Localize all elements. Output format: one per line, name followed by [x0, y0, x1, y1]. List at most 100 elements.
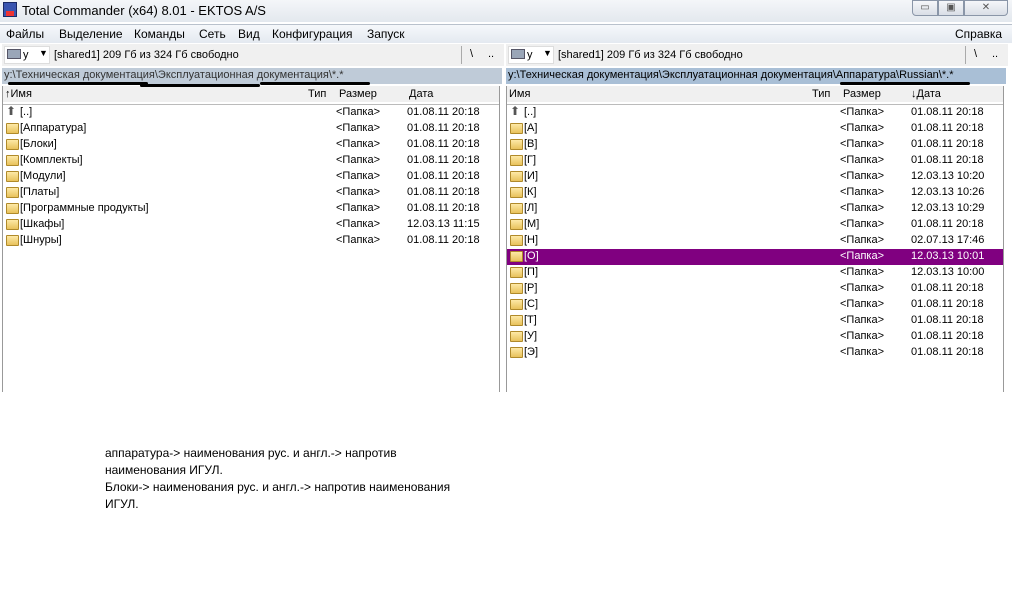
right-up-button[interactable]: .. [992, 48, 998, 60]
file-size: <Папка> [840, 106, 884, 118]
file-row[interactable]: [Аппаратура] <Папка> 01.08.11 20:18 [3, 121, 499, 137]
file-row[interactable]: [У] <Папка> 01.08.11 20:18 [507, 329, 1003, 345]
file-date: 01.08.11 20:18 [911, 314, 984, 326]
file-date: 01.08.11 20:18 [407, 234, 480, 246]
file-row[interactable]: ⬆ [..] <Папка> 01.08.11 20:18 [507, 104, 1003, 121]
header-type[interactable]: Тип [308, 88, 326, 100]
file-row[interactable]: [И] <Папка> 12.03.13 10:20 [507, 169, 1003, 185]
header-name[interactable]: ↑Имя [5, 88, 32, 100]
file-name: [Модули] [20, 170, 66, 182]
file-name: [Аппаратура] [20, 122, 87, 134]
menu-help[interactable]: Справка [955, 27, 1002, 41]
file-name: [И] [524, 170, 539, 182]
menu-configuration[interactable]: Конфигурация [272, 27, 353, 41]
file-date: 12.03.13 10:20 [911, 170, 985, 182]
header-name-label: Имя [509, 88, 531, 100]
header-date[interactable]: ↓Дата [911, 88, 941, 100]
column-headers: Имя Тип Размер ↓Дата [507, 86, 1003, 102]
up-folder-icon: ⬆ [510, 104, 521, 118]
file-row[interactable]: [Н] <Папка> 02.07.13 17:46 [507, 233, 1003, 249]
header-size[interactable]: Размер [843, 88, 881, 100]
file-size: <Папка> [336, 106, 380, 118]
file-row[interactable]: [Т] <Папка> 01.08.11 20:18 [507, 313, 1003, 329]
minimize-button[interactable]: ▭ [912, 0, 938, 16]
folder-icon [510, 219, 523, 230]
file-date: 01.08.11 20:18 [911, 154, 984, 166]
header-date[interactable]: Дата [409, 88, 433, 100]
menu-launch[interactable]: Запуск [367, 27, 405, 41]
file-row[interactable]: [С] <Папка> 01.08.11 20:18 [507, 297, 1003, 313]
menu-view[interactable]: Вид [238, 27, 260, 41]
pen-scribble [140, 84, 260, 87]
folder-icon [6, 139, 19, 150]
file-row[interactable]: [Платы] <Папка> 01.08.11 20:18 [3, 185, 499, 201]
file-date: 02.07.13 17:46 [911, 234, 985, 246]
file-size: <Папка> [840, 122, 884, 134]
file-size: <Папка> [840, 330, 884, 342]
folder-icon [510, 331, 523, 342]
folder-icon [510, 235, 523, 246]
header-type[interactable]: Тип [812, 88, 830, 100]
file-row[interactable]: [Комплекты] <Папка> 01.08.11 20:18 [3, 153, 499, 169]
file-size: <Папка> [336, 138, 380, 150]
file-name: [О] [524, 250, 539, 262]
file-size: <Папка> [336, 122, 380, 134]
maximize-button[interactable]: ▣ [938, 0, 964, 16]
folder-icon [6, 171, 19, 182]
file-row[interactable]: [Блоки] <Папка> 01.08.11 20:18 [3, 137, 499, 153]
menu-files[interactable]: Файлы [6, 27, 44, 41]
file-row[interactable]: [Модули] <Папка> 01.08.11 20:18 [3, 169, 499, 185]
file-row[interactable]: ⬆ [..] <Папка> 01.08.11 20:18 [3, 104, 499, 121]
menu-selection[interactable]: Выделение [59, 27, 123, 41]
file-row[interactable]: [Э] <Папка> 01.08.11 20:18 [507, 345, 1003, 361]
file-row[interactable]: [М] <Папка> 01.08.11 20:18 [507, 217, 1003, 233]
file-row[interactable]: [В] <Папка> 01.08.11 20:18 [507, 137, 1003, 153]
folder-icon [510, 283, 523, 294]
right-root-button[interactable]: \ [974, 48, 977, 60]
file-size: <Папка> [840, 234, 884, 246]
right-drive-select[interactable]: y ▼ [508, 46, 554, 64]
right-drive-bar: y ▼ [shared1] 209 Гб из 324 Гб свободно … [506, 44, 1008, 66]
file-size: <Папка> [840, 186, 884, 198]
network-drive-icon [7, 49, 21, 59]
header-name[interactable]: Имя [509, 88, 530, 100]
file-row[interactable]: [А] <Папка> 01.08.11 20:18 [507, 121, 1003, 137]
note-line: Блоки-> наименования рус. и англ.-> напр… [105, 480, 451, 494]
left-file-panel: ↑Имя Тип Размер Дата ⬆ [..] <Папка> 01.0… [2, 86, 500, 392]
note-line: ИГУЛ. [105, 497, 139, 511]
folder-icon [510, 315, 523, 326]
file-name: [В] [524, 138, 538, 150]
menu-network[interactable]: Сеть [199, 27, 226, 41]
folder-icon [510, 171, 523, 182]
folder-icon [6, 203, 19, 214]
file-row[interactable]: [Г] <Папка> 01.08.11 20:18 [507, 153, 1003, 169]
file-size: <Папка> [336, 154, 380, 166]
file-row[interactable]: [Л] <Папка> 12.03.13 10:29 [507, 201, 1003, 217]
header-size[interactable]: Размер [339, 88, 377, 100]
file-row[interactable]: [О] <Папка> 12.03.13 10:01 [507, 249, 1003, 265]
column-headers: ↑Имя Тип Размер Дата [3, 86, 499, 102]
file-row[interactable]: [Программные продукты] <Папка> 01.08.11 … [3, 201, 499, 217]
file-date: 01.08.11 20:18 [911, 330, 984, 342]
file-name: [М] [524, 218, 540, 230]
file-name: [А] [524, 122, 538, 134]
folder-icon [510, 267, 523, 278]
file-row[interactable]: [П] <Папка> 12.03.13 10:00 [507, 265, 1003, 281]
left-up-button[interactable]: .. [488, 48, 494, 60]
file-size: <Папка> [336, 202, 380, 214]
folder-icon [510, 123, 523, 134]
file-date: 01.08.11 20:18 [911, 346, 984, 358]
menu-commands[interactable]: Команды [134, 27, 185, 41]
close-button[interactable]: ✕ [964, 0, 1008, 16]
file-row[interactable]: [Р] <Папка> 01.08.11 20:18 [507, 281, 1003, 297]
file-date: 01.08.11 20:18 [407, 138, 480, 150]
left-drive-select[interactable]: y ▼ [4, 46, 50, 64]
header-date-label: Дата [916, 88, 941, 100]
file-row[interactable]: [К] <Папка> 12.03.13 10:26 [507, 185, 1003, 201]
file-date: 12.03.13 10:01 [911, 250, 985, 262]
file-row[interactable]: [Шкафы] <Папка> 12.03.13 11:15 [3, 217, 499, 233]
file-row[interactable]: [Шнуры] <Папка> 01.08.11 20:18 [3, 233, 499, 249]
file-name: [Р] [524, 282, 538, 294]
chevron-down-icon: ▼ [39, 48, 48, 58]
left-root-button[interactable]: \ [470, 48, 473, 60]
